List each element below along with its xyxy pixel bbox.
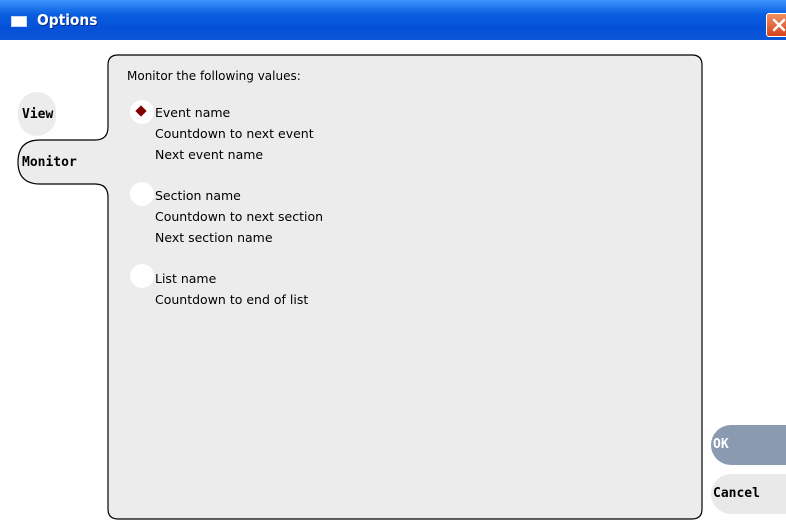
cancel-button-label: Cancel: [713, 486, 760, 501]
option-line: Section name: [155, 188, 241, 203]
radio-list[interactable]: [130, 264, 154, 288]
option-line: Next section name: [155, 230, 273, 245]
panel-heading: Monitor the following values:: [127, 69, 301, 83]
radio-selected-indicator: [135, 105, 147, 117]
tab-view[interactable]: View: [18, 92, 108, 136]
tab-view-label: View: [22, 107, 54, 122]
radio-section[interactable]: [130, 182, 154, 206]
radio-event[interactable]: [130, 100, 154, 124]
option-line: Next event name: [155, 147, 264, 162]
options-panel: [17, 54, 703, 520]
option-line: Countdown to next section: [155, 209, 324, 224]
option-line: Countdown to next event: [155, 126, 314, 141]
tab-monitor[interactable]: Monitor: [18, 140, 108, 184]
cancel-button[interactable]: Cancel: [711, 474, 786, 514]
option-line: List name: [155, 271, 217, 286]
ok-button[interactable]: OK: [711, 425, 786, 465]
ok-button-label: OK: [713, 437, 729, 452]
option-line: Countdown to end of list: [155, 292, 309, 307]
option-line: Event name: [155, 105, 231, 120]
tab-monitor-label: Monitor: [22, 155, 77, 170]
